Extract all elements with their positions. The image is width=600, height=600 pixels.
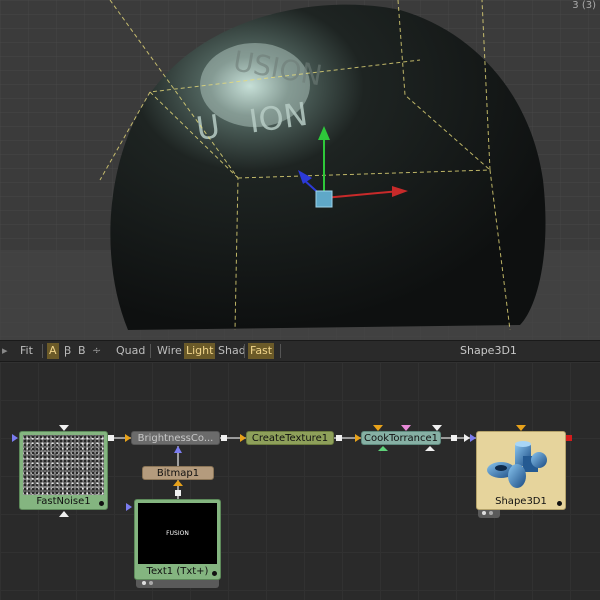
wire-button[interactable]: Wire	[155, 343, 184, 359]
quad-button[interactable]: Quad	[114, 343, 147, 359]
viewer-toolbar: ▸ Fit A Ꞵ B ∻ Quad Wire Light Shad Fast …	[0, 340, 600, 362]
3d-viewport[interactable]: USION U ION 3 (3)	[0, 0, 600, 340]
node-view-indicator	[557, 501, 562, 506]
toolbar-divider	[150, 344, 151, 358]
thumbnail-text: FUSION	[166, 530, 189, 537]
viewer-dot-icon	[142, 581, 146, 585]
view-b-button[interactable]: B	[76, 343, 88, 359]
active-tool-title: Shape3D1	[460, 344, 517, 357]
text-thumbnail: FUSION	[138, 503, 217, 564]
node-view-indicator	[99, 501, 104, 506]
node-label: Shape3D1	[495, 496, 547, 507]
node-text[interactable]: FUSION Text1 (Txt+)	[134, 499, 221, 580]
node-bitmap[interactable]: Bitmap1	[142, 466, 214, 480]
node-createtexture[interactable]: CreateTexture1	[246, 431, 334, 445]
toolbar-divider	[244, 344, 245, 358]
shape3d-icon	[487, 441, 547, 488]
fast-button[interactable]: Fast	[248, 343, 275, 359]
light-button[interactable]: Light	[184, 343, 216, 359]
node-label: Text1 (Txt+)	[146, 566, 209, 577]
menu-arrow-icon[interactable]: ▸	[0, 343, 10, 359]
toolbar-divider	[280, 344, 281, 358]
view-a-button[interactable]: A	[47, 343, 59, 359]
view-ab-icon[interactable]: Ꞵ	[62, 343, 73, 359]
viewer-dot-icon	[489, 511, 493, 515]
viewport-scene: USION U ION	[0, 0, 600, 340]
noise-thumbnail	[23, 435, 104, 495]
viewer-dot-icon	[149, 581, 153, 585]
node-label: FastNoise1	[36, 496, 91, 507]
node-fastnoise[interactable]: FastNoise1	[19, 431, 108, 510]
split-icon[interactable]: ∻	[90, 343, 103, 359]
node-cooktorrance[interactable]: CookTorrance1	[361, 431, 441, 445]
shad-button[interactable]: Shad	[216, 343, 248, 359]
node-shape3d[interactable]: Shape3D1	[476, 431, 566, 510]
view-label: 3 (3)	[572, 0, 596, 11]
fit-button[interactable]: Fit	[18, 343, 35, 359]
node-footer	[136, 580, 219, 588]
viewer-dot-icon	[482, 511, 486, 515]
toolbar-divider	[42, 344, 43, 358]
node-brightness-contrast[interactable]: BrightnessCo...	[131, 431, 220, 445]
node-footer	[478, 510, 500, 518]
node-view-indicator	[212, 571, 217, 576]
